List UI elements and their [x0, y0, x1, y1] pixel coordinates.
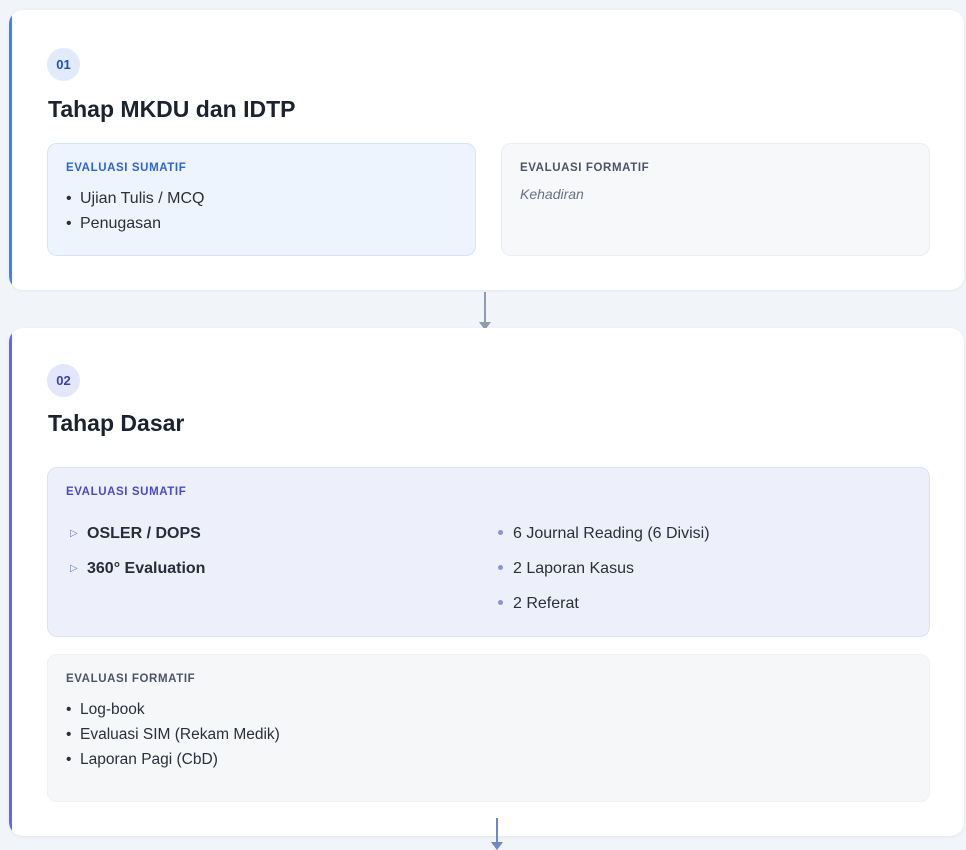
- list-item: ▷ 360° Evaluation: [70, 557, 205, 592]
- list-item: • Evaluasi SIM (Rekam Medik): [66, 722, 911, 747]
- summative-panel: EVALUASI SUMATIF • Ujian Tulis / MCQ • Pen…: [47, 143, 476, 256]
- summative-heading: EVALUASI SUMATIF: [66, 486, 187, 498]
- summative-heading: EVALUASI SUMATIF: [66, 162, 187, 174]
- list-item: • Penugasan: [66, 211, 457, 236]
- formative-heading: EVALUASI FORMATIF: [520, 162, 650, 174]
- list-item: • Log-book: [66, 697, 911, 722]
- formative-note: Kehadiran: [520, 186, 584, 202]
- bullet-icon: •: [66, 215, 72, 232]
- bullet-icon: •: [66, 190, 72, 207]
- formative-list: • Log-book • Evaluasi SIM (Rekam Medik) • L…: [66, 697, 911, 772]
- stage-title: Tahap MKDU dan IDTP: [48, 96, 296, 122]
- formative-panel: EVALUASI FORMATIF Kehadiran: [501, 143, 930, 256]
- primary-assessment-list: ▷ OSLER / DOPS ▷ 360° Evaluation: [70, 522, 205, 592]
- summative-list: • Ujian Tulis / MCQ • Penugasan: [66, 186, 457, 236]
- formative-heading: EVALUASI FORMATIF: [66, 673, 196, 685]
- stage-card-1: 01 Tahap MKDU dan IDTP EVALUASI SUMATIF …: [9, 10, 964, 290]
- dot-icon: [498, 565, 503, 570]
- triangle-right-icon: ▷: [70, 563, 78, 574]
- bullet-icon: •: [66, 751, 72, 768]
- list-item: 6 Journal Reading (6 Divisi): [498, 522, 710, 557]
- bullet-icon: •: [66, 726, 72, 743]
- stage-card-2: 02 Tahap Dasar EVALUASI SUMATIF ▷ OSLER /…: [9, 328, 964, 836]
- arrow-down-icon: [487, 818, 507, 850]
- stage-title: Tahap Dasar: [48, 410, 185, 436]
- triangle-right-icon: ▷: [70, 528, 78, 539]
- stage-accent-bar: [9, 10, 12, 290]
- list-item: • Laporan Pagi (CbD): [66, 747, 911, 772]
- secondary-assessment-list: 6 Journal Reading (6 Divisi) 2 Laporan K…: [498, 522, 710, 627]
- list-item: • Ujian Tulis / MCQ: [66, 186, 457, 211]
- dot-icon: [498, 600, 503, 605]
- dot-icon: [498, 530, 503, 535]
- stage-number-badge: 01: [47, 48, 80, 81]
- formative-panel: EVALUASI FORMATIF • Log-book • Evaluasi SI…: [47, 654, 930, 802]
- stage-accent-bar: [9, 328, 12, 836]
- arrow-down-icon: [475, 292, 495, 330]
- list-item: 2 Referat: [498, 592, 710, 627]
- list-item: ▷ OSLER / DOPS: [70, 522, 205, 557]
- stage-number-badge: 02: [47, 364, 80, 397]
- list-item: 2 Laporan Kasus: [498, 557, 710, 592]
- bullet-icon: •: [66, 701, 72, 718]
- summative-panel: EVALUASI SUMATIF ▷ OSLER / DOPS ▷ 360° Eva…: [47, 467, 930, 637]
